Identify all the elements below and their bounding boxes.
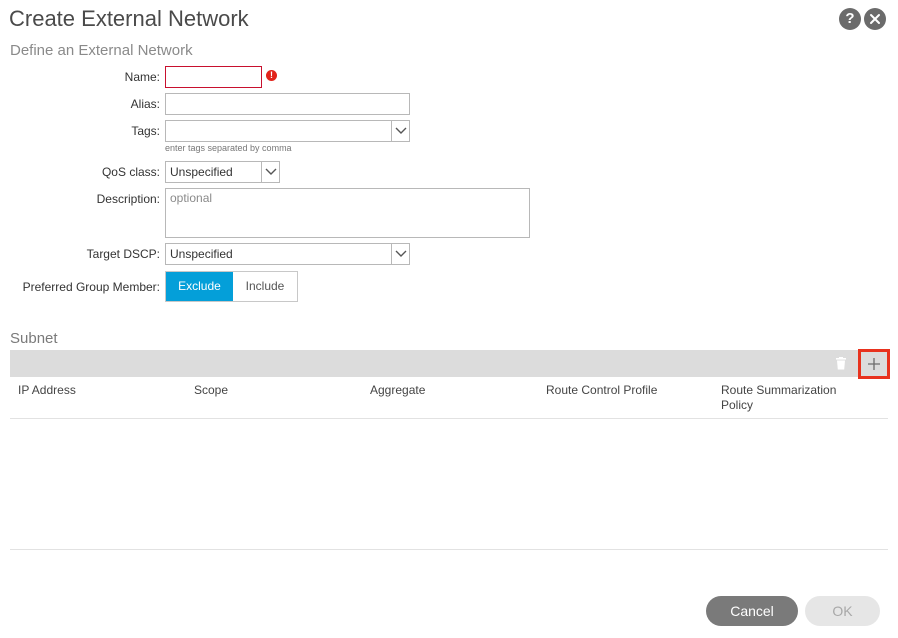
alias-input[interactable] xyxy=(165,93,410,115)
dialog-title: Create External Network xyxy=(9,6,249,31)
alias-label: Alias: xyxy=(130,97,160,111)
dscp-select[interactable]: Unspecified xyxy=(165,243,410,265)
tags-label: Tags: xyxy=(131,124,160,138)
qos-value: Unspecified xyxy=(170,165,233,179)
chevron-down-icon[interactable] xyxy=(391,244,409,264)
add-subnet-button[interactable] xyxy=(858,349,890,379)
name-input[interactable] xyxy=(165,66,262,88)
subnet-title: Subnet xyxy=(10,330,58,347)
column-route-control-profile[interactable]: Route Control Profile xyxy=(546,383,657,398)
help-icon[interactable]: ? xyxy=(839,8,861,30)
description-textarea[interactable]: optional xyxy=(165,188,530,238)
dialog-subtitle: Define an External Network xyxy=(10,42,193,59)
column-ip-address[interactable]: IP Address xyxy=(18,383,76,398)
ok-button[interactable]: OK xyxy=(805,596,880,626)
description-placeholder: optional xyxy=(170,191,213,205)
preferred-group-label: Preferred Group Member: xyxy=(22,280,160,294)
preferred-group-toggle: Exclude Include xyxy=(165,271,298,302)
close-icon[interactable] xyxy=(864,8,886,30)
add-icon xyxy=(868,358,880,370)
exclude-option[interactable]: Exclude xyxy=(166,272,233,301)
table-header-divider xyxy=(10,418,888,419)
chevron-down-icon[interactable] xyxy=(391,121,409,141)
trash-icon[interactable] xyxy=(835,357,847,370)
subnet-toolbar xyxy=(10,350,888,377)
column-aggregate[interactable]: Aggregate xyxy=(370,383,425,398)
chevron-down-icon[interactable] xyxy=(261,162,279,182)
error-icon: ! xyxy=(266,70,277,81)
include-option[interactable]: Include xyxy=(233,272,297,301)
table-bottom-divider xyxy=(10,549,888,550)
name-label: Name: xyxy=(124,70,160,84)
column-scope[interactable]: Scope xyxy=(194,383,228,398)
dscp-label: Target DSCP: xyxy=(86,247,160,261)
tags-hint: enter tags separated by comma xyxy=(165,143,292,153)
qos-select[interactable]: Unspecified xyxy=(165,161,280,183)
column-route-summarization-policy[interactable]: Route Summarization Policy xyxy=(721,383,851,413)
dscp-value: Unspecified xyxy=(170,247,233,261)
tags-input[interactable] xyxy=(165,120,410,142)
cancel-button[interactable]: Cancel xyxy=(706,596,798,626)
description-label: Description: xyxy=(96,192,160,206)
qos-label: QoS class: xyxy=(101,165,160,179)
